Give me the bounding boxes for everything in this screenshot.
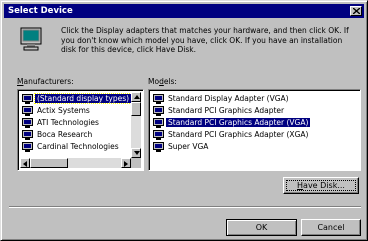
- display-adapter-icon: [22, 106, 33, 116]
- close-button[interactable]: [350, 6, 362, 16]
- display-adapter-icon: [22, 118, 33, 128]
- divider: [9, 206, 361, 208]
- list-item[interactable]: Standard Display Adapter (VGA): [152, 93, 291, 104]
- display-adapter-icon: [22, 94, 33, 104]
- models-list[interactable]: Standard Display Adapter (VGA) Standard P…: [148, 89, 361, 171]
- display-adapter-icon: [153, 118, 164, 128]
- display-adapter-icon: [22, 130, 33, 140]
- list-item-label: ATI Technologies: [37, 118, 99, 127]
- list-item[interactable]: (Standard display types): [21, 93, 133, 104]
- list-item-label: Super VGA: [168, 142, 209, 151]
- have-disk-button[interactable]: Have Disk...: [283, 177, 359, 194]
- arrow-right-icon: [124, 161, 128, 167]
- list-item-label: (Standard display types): [33, 93, 133, 104]
- scroll-right-button[interactable]: [121, 158, 131, 168]
- list-item-label: Cardinal Technologies: [37, 142, 119, 151]
- vertical-scroll-thumb[interactable]: [131, 102, 141, 116]
- horizontal-scroll-thumb[interactable]: [30, 158, 68, 168]
- list-item[interactable]: Standard PCI Graphics Adapter (VGA): [152, 117, 311, 128]
- scroll-down-button[interactable]: [131, 148, 141, 158]
- scroll-up-button[interactable]: [131, 92, 141, 102]
- manufacturers-horizontal-scrollbar[interactable]: [20, 158, 131, 168]
- display-adapter-icon: [22, 142, 33, 152]
- close-icon: [353, 8, 360, 14]
- list-item[interactable]: Super VGA: [152, 141, 210, 152]
- list-item[interactable]: ATI Technologies: [21, 117, 101, 128]
- list-item[interactable]: Actix Systems: [21, 105, 92, 116]
- cancel-button[interactable]: Cancel: [301, 219, 361, 236]
- arrow-left-icon: [23, 161, 27, 167]
- list-item-label: Standard PCI Graphics Adapter (XGA): [168, 130, 309, 139]
- ok-button[interactable]: OK: [226, 219, 297, 236]
- monitor-icon: [20, 27, 42, 51]
- list-item-label: Standard PCI Graphics Adapter (VGA): [166, 118, 311, 127]
- arrow-down-icon: [134, 151, 140, 155]
- display-adapter-icon: [153, 142, 164, 152]
- manufacturers-vertical-scrollbar[interactable]: [131, 92, 141, 158]
- window-title: Select Device: [8, 6, 73, 16]
- list-item-label: Boca Research: [37, 130, 93, 139]
- display-adapter-icon: [153, 130, 164, 140]
- arrow-up-icon: [134, 95, 140, 99]
- list-item[interactable]: Standard PCI Graphics Adapter (XGA): [152, 129, 310, 140]
- instructions-text: Click the Display adapters that matches …: [61, 26, 349, 54]
- list-item[interactable]: Cardinal Technologies: [21, 141, 121, 152]
- display-adapter-icon: [153, 106, 164, 116]
- models-label: Models:: [148, 77, 177, 86]
- scroll-left-button[interactable]: [20, 158, 30, 168]
- list-item[interactable]: Standard PCI Graphics Adapter: [152, 105, 286, 116]
- list-item-label: Standard PCI Graphics Adapter: [168, 106, 285, 115]
- list-item-label: Actix Systems: [37, 106, 90, 115]
- manufacturers-list[interactable]: (Standard display types) Actix Systems ATI…: [17, 89, 144, 171]
- scrollbar-corner: [131, 158, 141, 168]
- manufacturers-label: Manufacturers:: [17, 77, 74, 86]
- title-bar[interactable]: Select Device: [4, 4, 364, 18]
- select-device-dialog: Select Device Click the Display adapters…: [0, 0, 368, 241]
- list-item-label: Standard Display Adapter (VGA): [168, 94, 289, 103]
- display-adapter-icon: [153, 94, 164, 104]
- list-item[interactable]: Boca Research: [21, 129, 94, 140]
